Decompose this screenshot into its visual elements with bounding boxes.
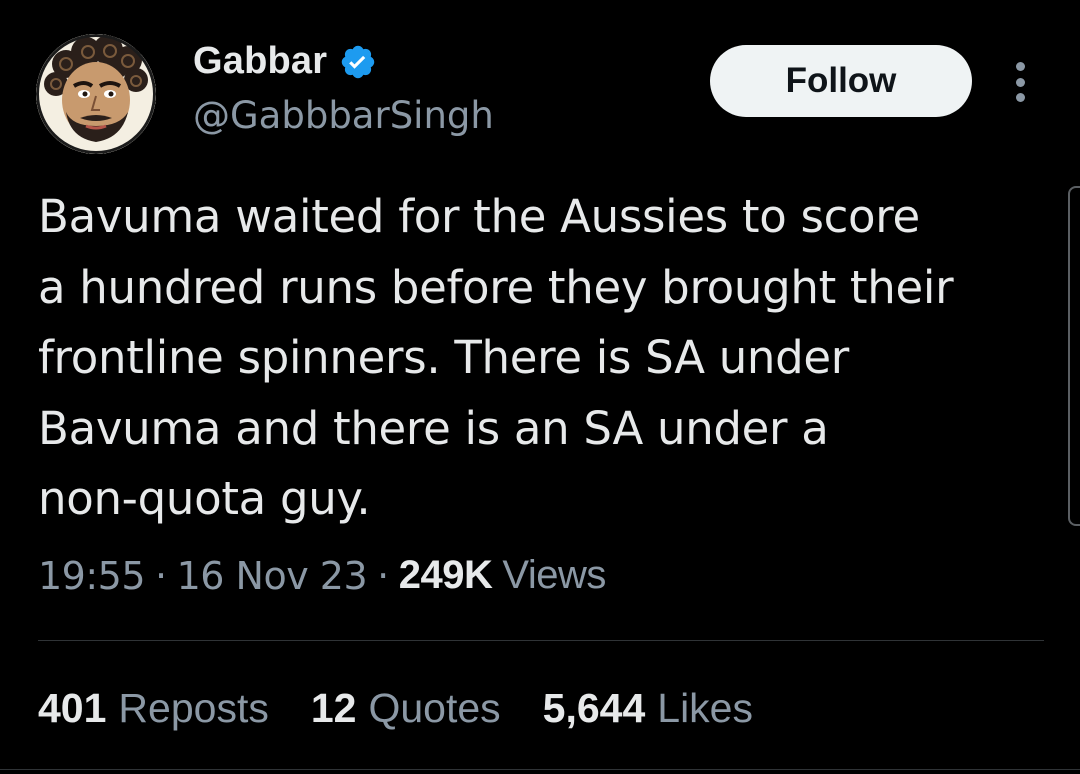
tweet-detail: Gabbar @GabbbarSingh Follow Bavuma waite… — [0, 0, 1080, 774]
reposts-stat[interactable]: 401 Reposts — [38, 685, 269, 732]
verified-badge-icon — [339, 43, 377, 81]
bottom-divider — [0, 769, 1080, 770]
tweet-time[interactable]: 19:55 — [38, 554, 146, 598]
quotes-stat[interactable]: 12 Quotes — [311, 685, 501, 732]
more-dot — [1015, 93, 1025, 102]
tweet-date[interactable]: 16 Nov 23 — [177, 554, 368, 598]
likes-label: Likes — [657, 685, 753, 731]
avatar[interactable] — [36, 34, 156, 154]
meta-separator: · — [377, 553, 389, 598]
meta-separator: · — [155, 553, 167, 598]
more-options-icon[interactable] — [1002, 58, 1038, 106]
reposts-count: 401 — [38, 685, 107, 731]
likes-stat[interactable]: 5,644 Likes — [543, 685, 753, 732]
user-handle[interactable]: @GabbbarSingh — [193, 94, 494, 137]
engagement-stats: 401 Reposts 12 Quotes 5,644 Likes — [38, 685, 795, 732]
display-name[interactable]: Gabbar — [193, 40, 327, 83]
tweet-text: Bavuma waited for the Aussies to score a… — [38, 190, 954, 525]
tweet-meta: 19:55 · 16 Nov 23 · 249K Views — [38, 553, 606, 598]
more-dot — [1015, 62, 1025, 71]
quotes-count: 12 — [310, 685, 357, 731]
scrollbar[interactable] — [1068, 186, 1080, 526]
quotes-label: Quotes — [368, 685, 501, 731]
avatar-illustration — [36, 34, 156, 154]
divider — [38, 640, 1044, 641]
follow-button[interactable]: Follow — [710, 45, 972, 117]
views-count[interactable]: 249K — [399, 553, 493, 598]
reposts-label: Reposts — [118, 685, 269, 731]
name-row: Gabbar — [193, 40, 377, 83]
more-dot — [1015, 77, 1025, 87]
likes-count: 5,644 — [542, 685, 646, 731]
views-label[interactable]: Views — [502, 553, 606, 598]
